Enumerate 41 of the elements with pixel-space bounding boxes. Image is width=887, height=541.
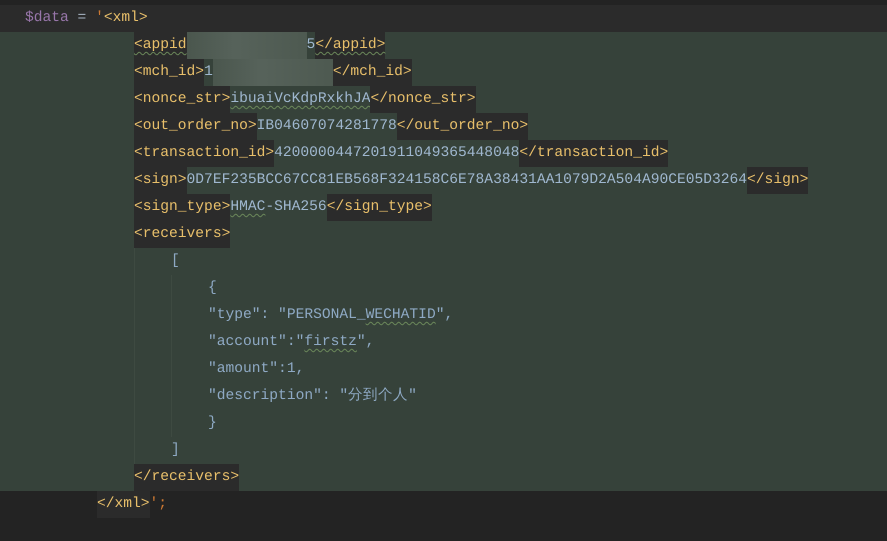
json-text: [ <box>171 252 180 271</box>
tag-value: 4200000447201911049365448048 <box>274 144 520 163</box>
xml-tag: </appid> <box>315 32 386 59</box>
xml-tag: <receivers> <box>134 221 230 248</box>
tag-value: IB04607074281778 <box>256 117 397 136</box>
string-quote: ' <box>95 9 104 28</box>
xml-tag: <sign> <box>134 167 187 194</box>
json-text: } <box>208 414 217 433</box>
json-text: ] <box>171 441 180 460</box>
string-quote: '; <box>150 495 168 514</box>
xml-tag: <transaction_id> <box>134 140 274 167</box>
tag-value: 0D7EF235BCC67CC81EB568F324158C6E78A38431AA1079D2A504A90CE05D3264 <box>186 171 748 190</box>
json-text: WECHATID <box>366 306 436 325</box>
tag-value: HMAC <box>230 198 266 217</box>
json-text: "type": "PERSONAL_ <box>208 306 366 325</box>
json-text: "account":" <box>208 333 304 352</box>
tag-value: 1 <box>204 63 213 82</box>
xml-tag: <out_order_no> <box>134 113 257 140</box>
json-text: "description": "分到个人" <box>208 386 417 406</box>
xml-tag: <nonce_str> <box>134 86 230 113</box>
json-text: "amount":1, <box>208 360 304 379</box>
xml-tag: </nonce_str> <box>370 86 476 113</box>
tag-value: -SHA256 <box>265 198 327 217</box>
xml-tag: </mch_id> <box>332 59 412 86</box>
xml-tag: </sign_type> <box>326 194 432 221</box>
xml-tag: </receivers> <box>134 464 240 491</box>
tag-value: 5 <box>306 36 316 55</box>
xml-tag: </xml> <box>97 491 150 518</box>
xml-tag: </transaction_id> <box>519 140 668 167</box>
xml-tag: </sign> <box>747 167 808 194</box>
xml-tag: </out_order_no> <box>396 113 528 140</box>
json-text: ", <box>356 333 374 352</box>
xml-tag: <sign_type> <box>134 194 230 221</box>
tag-value: ibuaiVcKdpRxkhJA <box>230 90 370 109</box>
operator: = <box>76 9 88 28</box>
xml-tag: <mch_id> <box>134 59 204 86</box>
variable-name: $data <box>25 9 69 28</box>
xml-tag: <appid <box>134 32 187 59</box>
json-text: { <box>208 279 217 298</box>
json-text: ", <box>436 306 454 325</box>
json-text: firstz <box>304 333 357 352</box>
